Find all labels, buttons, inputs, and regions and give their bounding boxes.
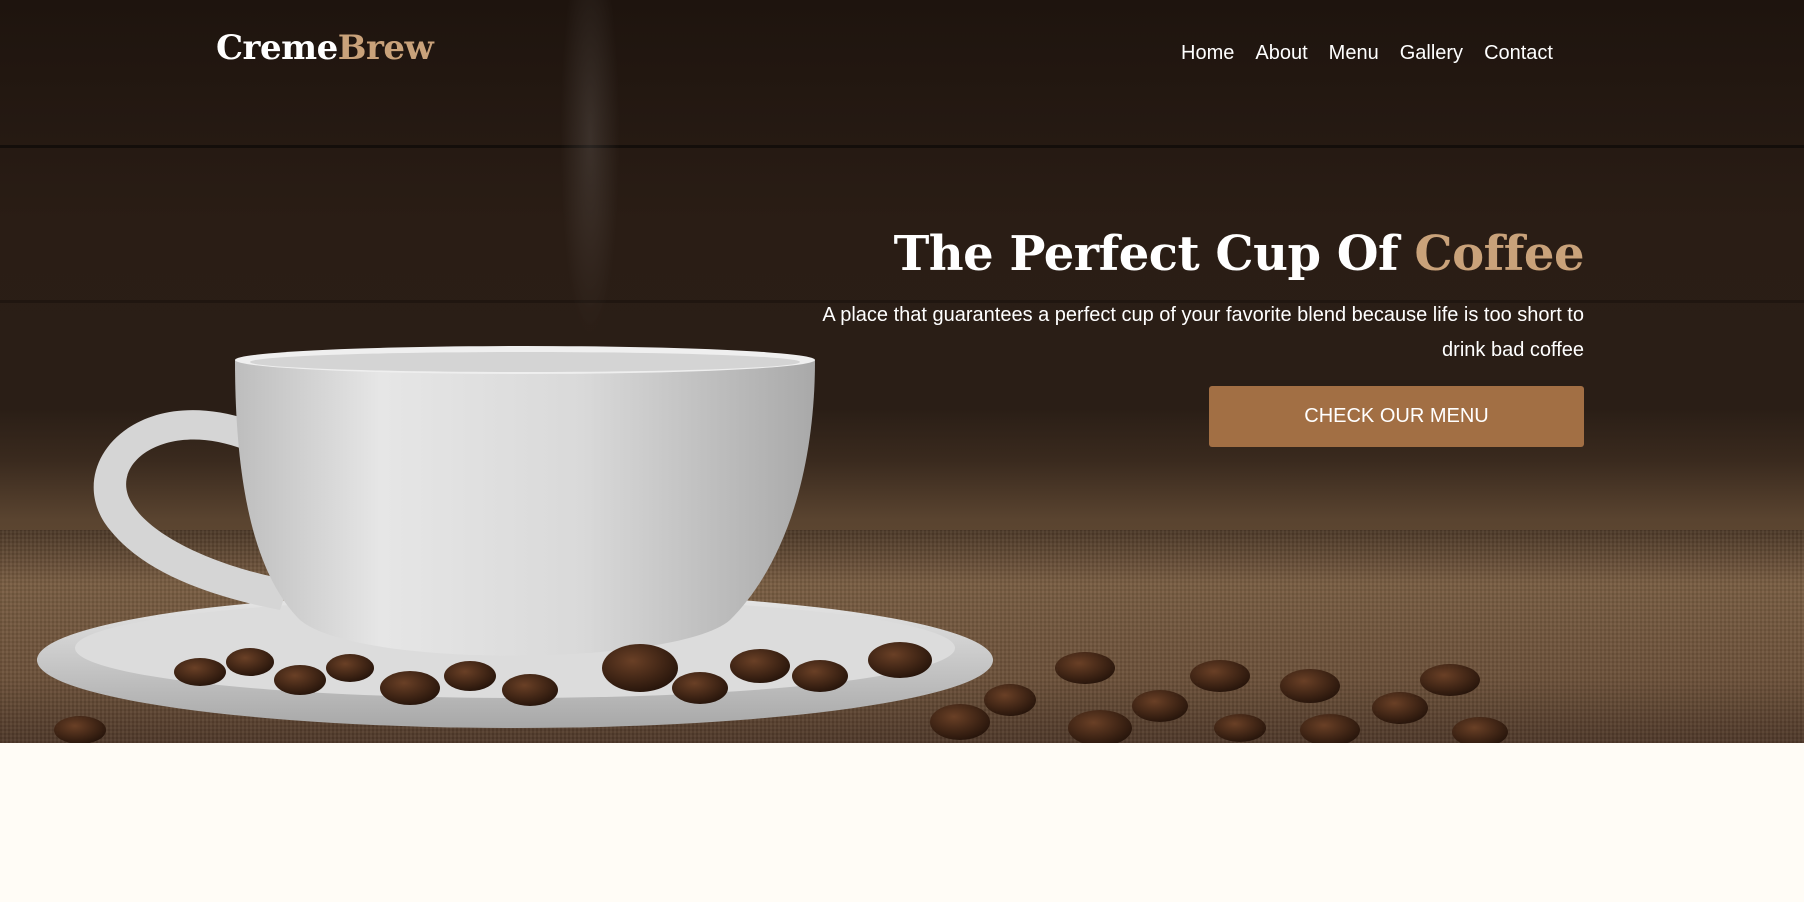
hero-subtext: A place that guarantees a perfect cup of… [822, 304, 1584, 361]
top-navigation: CremeBrew Home About Menu Gallery Contac… [0, 0, 1804, 110]
hero-headline: The Perfect Cup Of Coffee [784, 222, 1585, 286]
nav-link-home[interactable]: Home [1181, 42, 1234, 65]
coffee-cup-image [37, 346, 1508, 743]
brand-name-accent: Brew [337, 28, 434, 68]
nav-link-menu[interactable]: Menu [1329, 42, 1379, 65]
nav-link-contact[interactable]: Contact [1484, 42, 1553, 65]
content-area [0, 743, 1804, 902]
hero-content: The Perfect Cup Of Coffee A place that g… [784, 222, 1584, 368]
brand-logo[interactable]: CremeBrew [216, 28, 434, 68]
check-menu-button[interactable]: CHECK OUR MENU [1209, 386, 1584, 447]
nav-link-gallery[interactable]: Gallery [1400, 42, 1463, 65]
nav-links: Home About Menu Gallery Contact [1181, 42, 1553, 65]
hero-headline-accent: Coffee [1414, 226, 1584, 282]
hero-headline-main: The Perfect Cup Of [893, 226, 1415, 282]
nav-link-about[interactable]: About [1255, 42, 1307, 65]
hero-section: CremeBrew Home About Menu Gallery Contac… [0, 0, 1804, 743]
brand-name-primary: Creme [216, 28, 338, 68]
